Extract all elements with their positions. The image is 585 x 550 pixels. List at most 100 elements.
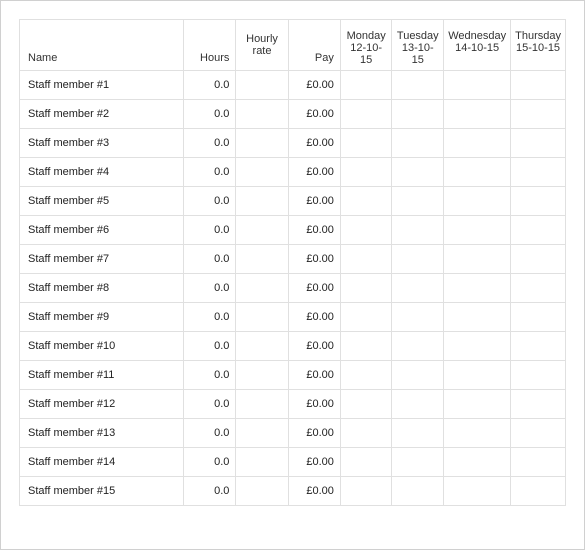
cell-name[interactable]: Staff member #12 bbox=[20, 389, 184, 418]
cell-day-tue[interactable] bbox=[392, 128, 444, 157]
cell-name[interactable]: Staff member #9 bbox=[20, 302, 184, 331]
cell-name[interactable]: Staff member #7 bbox=[20, 244, 184, 273]
cell-pay[interactable]: £0.00 bbox=[288, 99, 340, 128]
cell-name[interactable]: Staff member #2 bbox=[20, 99, 184, 128]
cell-name[interactable]: Staff member #13 bbox=[20, 418, 184, 447]
cell-day-tue[interactable] bbox=[392, 157, 444, 186]
cell-rate[interactable] bbox=[236, 302, 288, 331]
cell-day-thu[interactable] bbox=[511, 215, 566, 244]
cell-rate[interactable] bbox=[236, 273, 288, 302]
cell-hours[interactable]: 0.0 bbox=[183, 331, 235, 360]
cell-day-mon[interactable] bbox=[340, 389, 391, 418]
cell-day-mon[interactable] bbox=[340, 244, 391, 273]
cell-day-tue[interactable] bbox=[392, 186, 444, 215]
cell-rate[interactable] bbox=[236, 70, 288, 99]
cell-day-tue[interactable] bbox=[392, 389, 444, 418]
cell-day-thu[interactable] bbox=[511, 302, 566, 331]
cell-day-thu[interactable] bbox=[511, 476, 566, 505]
cell-hours[interactable]: 0.0 bbox=[183, 70, 235, 99]
cell-day-tue[interactable] bbox=[392, 360, 444, 389]
cell-day-mon[interactable] bbox=[340, 128, 391, 157]
cell-name[interactable]: Staff member #15 bbox=[20, 476, 184, 505]
cell-pay[interactable]: £0.00 bbox=[288, 302, 340, 331]
cell-day-thu[interactable] bbox=[511, 128, 566, 157]
cell-name[interactable]: Staff member #8 bbox=[20, 273, 184, 302]
cell-day-mon[interactable] bbox=[340, 273, 391, 302]
cell-rate[interactable] bbox=[236, 128, 288, 157]
cell-rate[interactable] bbox=[236, 331, 288, 360]
cell-day-thu[interactable] bbox=[511, 99, 566, 128]
cell-pay[interactable]: £0.00 bbox=[288, 476, 340, 505]
cell-day-tue[interactable] bbox=[392, 99, 444, 128]
cell-day-wed[interactable] bbox=[444, 389, 511, 418]
cell-rate[interactable] bbox=[236, 244, 288, 273]
cell-hours[interactable]: 0.0 bbox=[183, 157, 235, 186]
cell-hours[interactable]: 0.0 bbox=[183, 215, 235, 244]
cell-rate[interactable] bbox=[236, 157, 288, 186]
cell-pay[interactable]: £0.00 bbox=[288, 70, 340, 99]
cell-day-mon[interactable] bbox=[340, 447, 391, 476]
cell-day-tue[interactable] bbox=[392, 447, 444, 476]
cell-pay[interactable]: £0.00 bbox=[288, 244, 340, 273]
cell-day-mon[interactable] bbox=[340, 302, 391, 331]
cell-day-thu[interactable] bbox=[511, 186, 566, 215]
cell-hours[interactable]: 0.0 bbox=[183, 99, 235, 128]
cell-name[interactable]: Staff member #4 bbox=[20, 157, 184, 186]
cell-rate[interactable] bbox=[236, 389, 288, 418]
cell-day-wed[interactable] bbox=[444, 302, 511, 331]
cell-name[interactable]: Staff member #5 bbox=[20, 186, 184, 215]
cell-rate[interactable] bbox=[236, 447, 288, 476]
cell-day-tue[interactable] bbox=[392, 331, 444, 360]
cell-hours[interactable]: 0.0 bbox=[183, 128, 235, 157]
cell-rate[interactable] bbox=[236, 418, 288, 447]
cell-day-wed[interactable] bbox=[444, 99, 511, 128]
cell-pay[interactable]: £0.00 bbox=[288, 360, 340, 389]
cell-day-tue[interactable] bbox=[392, 70, 444, 99]
cell-day-thu[interactable] bbox=[511, 360, 566, 389]
cell-hours[interactable]: 0.0 bbox=[183, 302, 235, 331]
cell-day-wed[interactable] bbox=[444, 244, 511, 273]
cell-day-wed[interactable] bbox=[444, 476, 511, 505]
cell-day-mon[interactable] bbox=[340, 476, 391, 505]
cell-day-wed[interactable] bbox=[444, 418, 511, 447]
cell-day-wed[interactable] bbox=[444, 215, 511, 244]
cell-day-thu[interactable] bbox=[511, 244, 566, 273]
cell-rate[interactable] bbox=[236, 360, 288, 389]
cell-day-mon[interactable] bbox=[340, 360, 391, 389]
cell-pay[interactable]: £0.00 bbox=[288, 157, 340, 186]
cell-day-mon[interactable] bbox=[340, 186, 391, 215]
cell-pay[interactable]: £0.00 bbox=[288, 273, 340, 302]
cell-day-tue[interactable] bbox=[392, 418, 444, 447]
cell-day-tue[interactable] bbox=[392, 215, 444, 244]
cell-rate[interactable] bbox=[236, 186, 288, 215]
cell-rate[interactable] bbox=[236, 215, 288, 244]
cell-hours[interactable]: 0.0 bbox=[183, 389, 235, 418]
cell-day-tue[interactable] bbox=[392, 273, 444, 302]
cell-day-thu[interactable] bbox=[511, 273, 566, 302]
cell-day-wed[interactable] bbox=[444, 128, 511, 157]
cell-day-wed[interactable] bbox=[444, 273, 511, 302]
cell-pay[interactable]: £0.00 bbox=[288, 186, 340, 215]
cell-day-mon[interactable] bbox=[340, 70, 391, 99]
cell-day-mon[interactable] bbox=[340, 99, 391, 128]
cell-day-wed[interactable] bbox=[444, 70, 511, 99]
cell-hours[interactable]: 0.0 bbox=[183, 186, 235, 215]
cell-name[interactable]: Staff member #11 bbox=[20, 360, 184, 389]
cell-hours[interactable]: 0.0 bbox=[183, 447, 235, 476]
cell-name[interactable]: Staff member #3 bbox=[20, 128, 184, 157]
cell-day-wed[interactable] bbox=[444, 447, 511, 476]
cell-pay[interactable]: £0.00 bbox=[288, 331, 340, 360]
cell-pay[interactable]: £0.00 bbox=[288, 418, 340, 447]
cell-hours[interactable]: 0.0 bbox=[183, 360, 235, 389]
cell-day-thu[interactable] bbox=[511, 418, 566, 447]
cell-hours[interactable]: 0.0 bbox=[183, 418, 235, 447]
cell-rate[interactable] bbox=[236, 476, 288, 505]
cell-name[interactable]: Staff member #10 bbox=[20, 331, 184, 360]
cell-day-wed[interactable] bbox=[444, 186, 511, 215]
cell-rate[interactable] bbox=[236, 99, 288, 128]
cell-pay[interactable]: £0.00 bbox=[288, 389, 340, 418]
cell-day-mon[interactable] bbox=[340, 331, 391, 360]
cell-pay[interactable]: £0.00 bbox=[288, 447, 340, 476]
cell-day-mon[interactable] bbox=[340, 418, 391, 447]
cell-name[interactable]: Staff member #14 bbox=[20, 447, 184, 476]
